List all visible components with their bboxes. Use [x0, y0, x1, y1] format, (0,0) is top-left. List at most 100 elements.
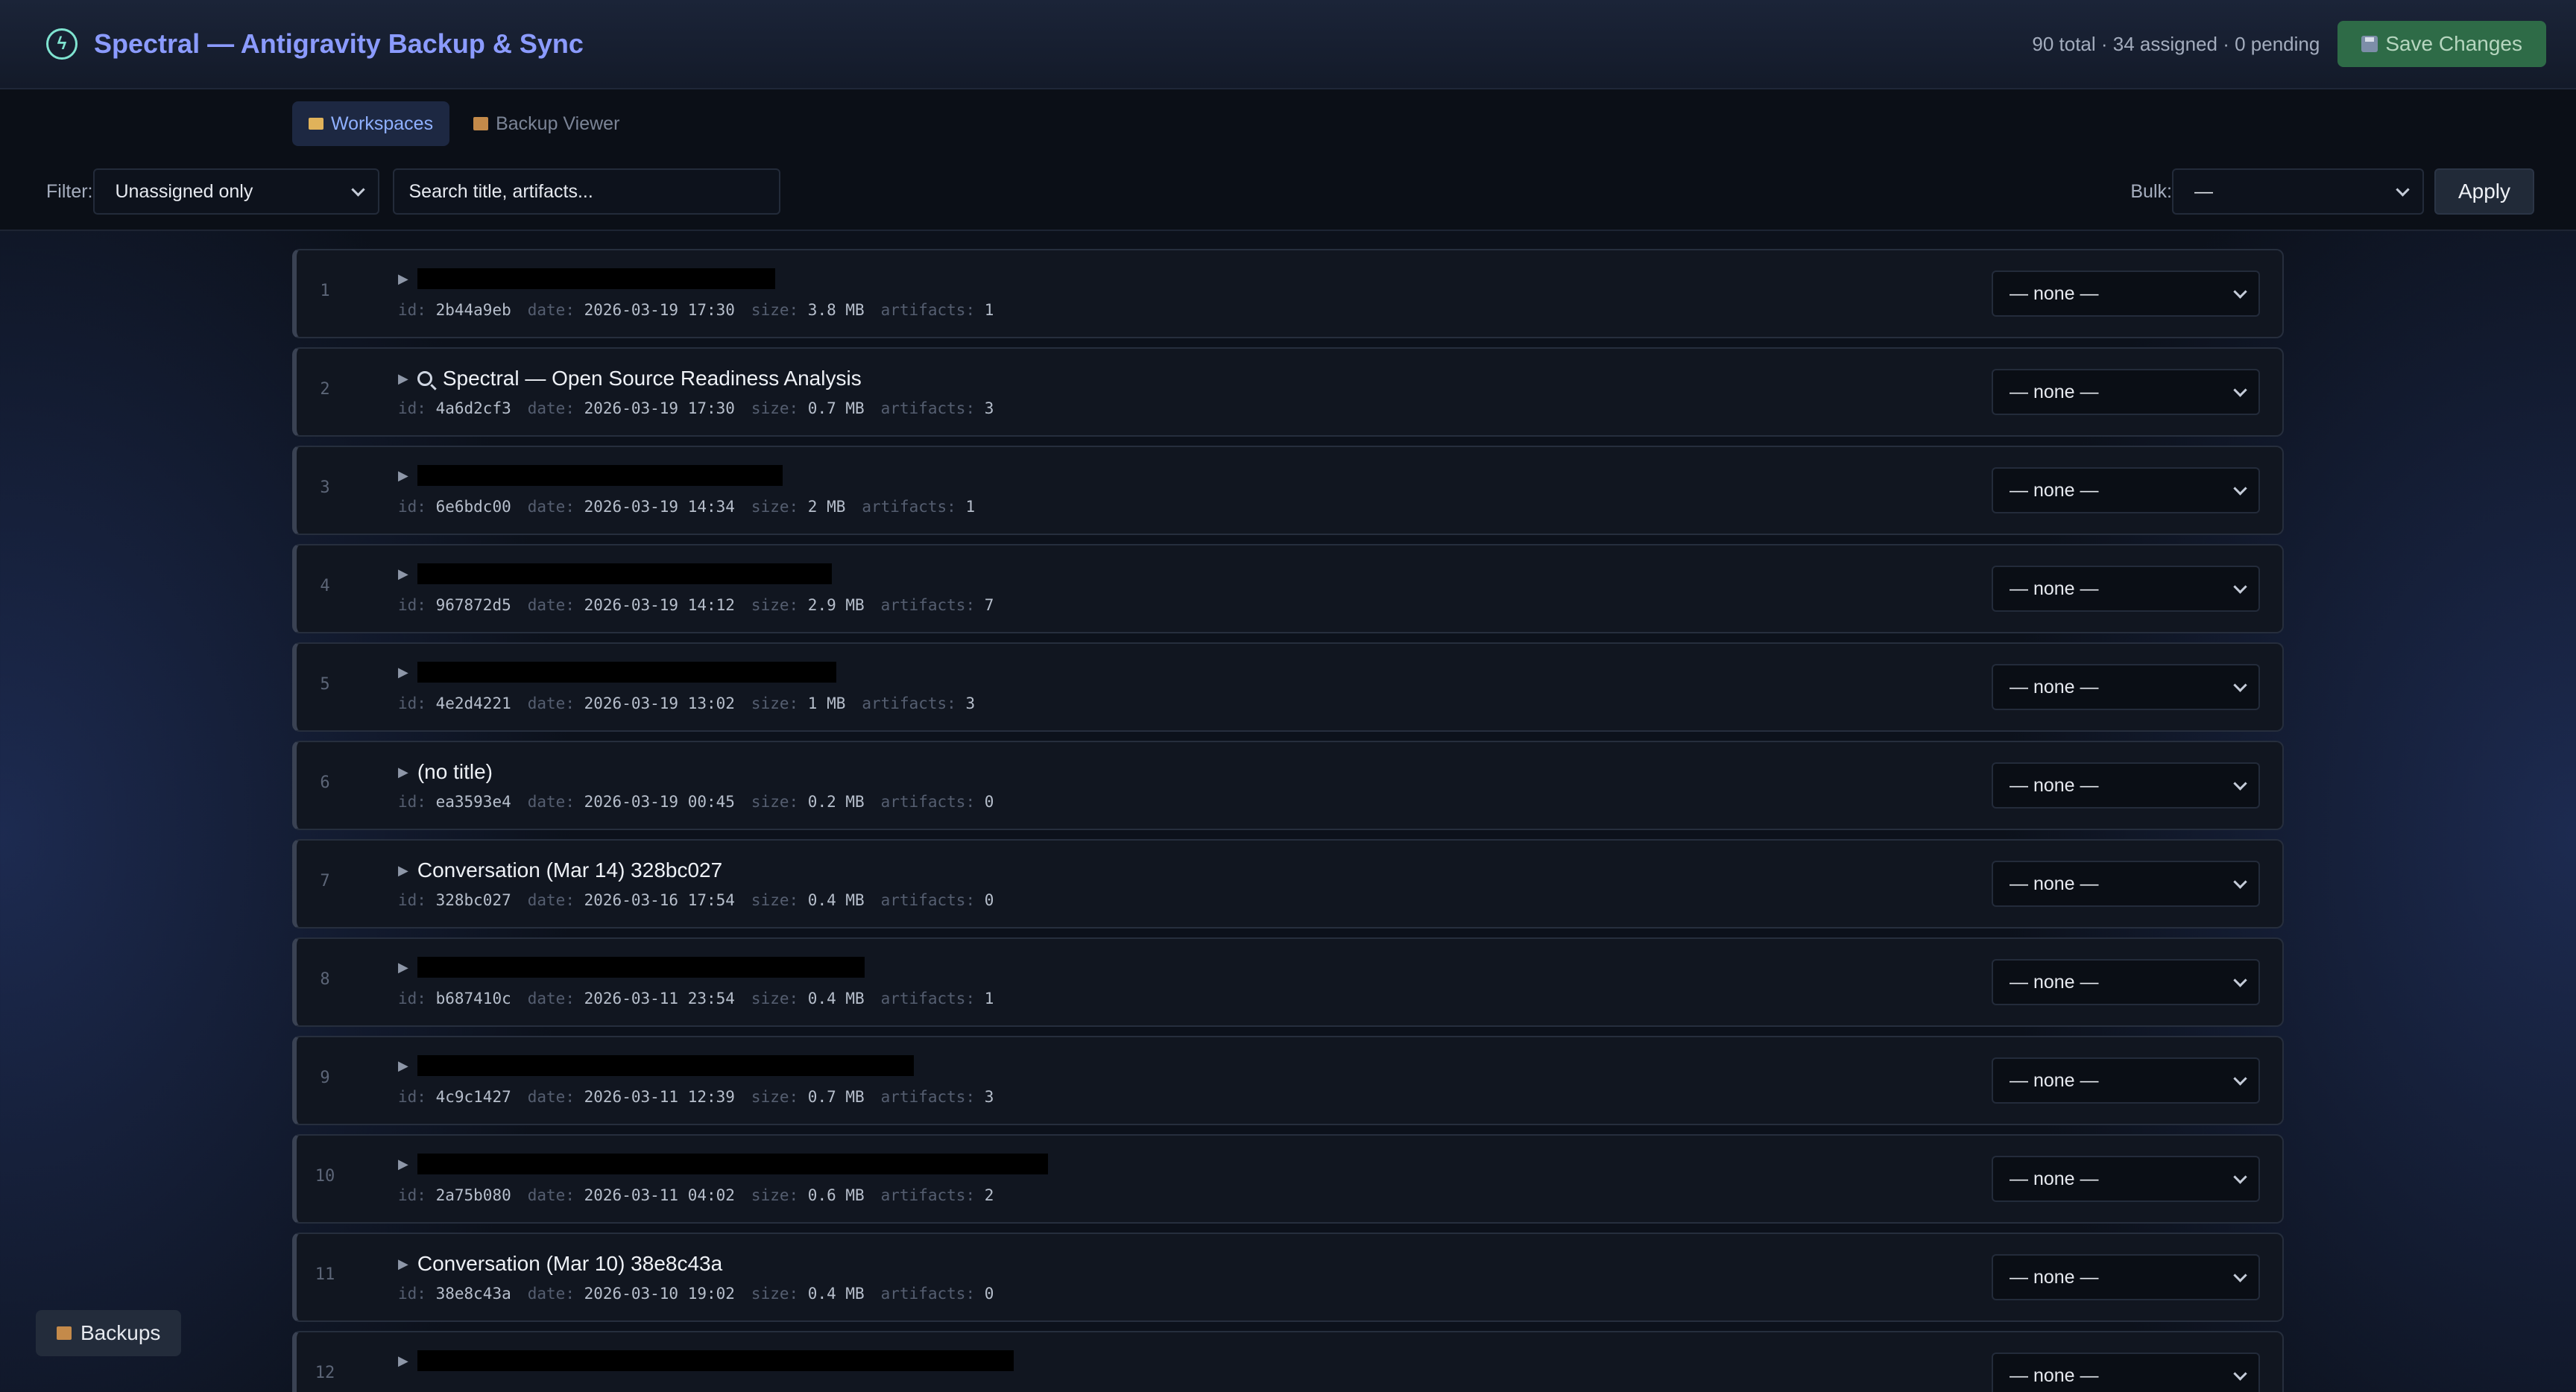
chevron-down-icon	[2396, 182, 2410, 197]
list-item[interactable]: 10 ▶ id: 2a75b080 date: 2026-03-11 04:02 s…	[292, 1134, 2284, 1224]
row-title[interactable]: ▶	[398, 662, 836, 683]
assign-select[interactable]: — none —	[1992, 664, 2260, 710]
header-right: 90 total · 34 assigned · 0 pending Save …	[2032, 21, 2546, 67]
assign-select[interactable]: — none —	[1992, 271, 2260, 317]
row-title[interactable]: ▶	[398, 1055, 914, 1076]
app-header: ϟ Spectral — Antigravity Backup & Sync 9…	[0, 0, 2576, 89]
chevron-down-icon	[350, 182, 365, 197]
save-changes-button[interactable]: Save Changes	[2337, 21, 2546, 67]
row-index: 12	[315, 1364, 335, 1382]
redacted-title	[417, 563, 832, 584]
expand-triangle-icon[interactable]: ▶	[398, 1157, 408, 1172]
row-title[interactable]: ▶ Spectral — Open Source Readiness Analy…	[398, 367, 862, 390]
filter-select[interactable]: Unassigned only	[92, 168, 379, 215]
row-title[interactable]: ▶	[398, 465, 783, 486]
chevron-down-icon	[2233, 579, 2247, 594]
search-input[interactable]: Search title, artifacts...	[392, 168, 780, 215]
redacted-title	[417, 1055, 914, 1076]
filter-row: Filter: Unassigned only Search title, ar…	[46, 168, 2534, 215]
backups-label: Backups	[80, 1321, 161, 1344]
expand-triangle-icon[interactable]: ▶	[398, 665, 408, 680]
expand-triangle-icon[interactable]: ▶	[398, 566, 408, 582]
row-index: 1	[320, 282, 330, 300]
expand-triangle-icon[interactable]: ▶	[398, 271, 408, 287]
row-meta: id: 6e6bdc00 date: 2026-03-19 14:34 size: …	[398, 498, 976, 516]
bulk-select[interactable]: —	[2171, 168, 2424, 215]
list-item[interactable]: 9 ▶ id: 4c9c1427 date: 2026-03-11 12:39 si…	[292, 1036, 2284, 1125]
list-item[interactable]: 11 ▶ Conversation (Mar 10) 38e8c43a id: …	[292, 1233, 2284, 1322]
expand-triangle-icon[interactable]: ▶	[398, 1058, 408, 1074]
assign-select[interactable]: — none —	[1992, 369, 2260, 415]
row-index: 11	[315, 1265, 335, 1284]
row-meta: id: 2a75b080 date: 2026-03-11 04:02 size: …	[398, 1186, 994, 1204]
chevron-down-icon	[2233, 677, 2247, 692]
row-title[interactable]: ▶ Conversation (Mar 10) 38e8c43a	[398, 1252, 722, 1276]
expand-triangle-icon[interactable]: ▶	[398, 1256, 408, 1272]
chevron-down-icon	[2233, 874, 2247, 889]
assign-select[interactable]: — none —	[1992, 1057, 2260, 1104]
expand-triangle-icon[interactable]: ▶	[398, 863, 408, 879]
list-item[interactable]: 8 ▶ id: b687410c date: 2026-03-11 23:54 si…	[292, 937, 2284, 1027]
row-title[interactable]: ▶	[398, 563, 832, 584]
row-title[interactable]: ▶	[398, 957, 865, 978]
expand-triangle-icon[interactable]: ▶	[398, 960, 408, 975]
list-item[interactable]: 2 ▶ Spectral — Open Source Readiness Ana…	[292, 347, 2284, 437]
floppy-disk-icon	[2361, 36, 2378, 52]
row-meta: id: 4c9c1427 date: 2026-03-11 12:39 size: …	[398, 1088, 994, 1106]
row-meta: id: b687410c date: 2026-03-11 23:54 size: …	[398, 990, 994, 1007]
chevron-down-icon	[2233, 1268, 2247, 1282]
row-title[interactable]: ▶	[398, 1154, 1048, 1174]
row-index: 4	[320, 577, 330, 595]
chevron-down-icon	[2233, 481, 2247, 496]
assign-select[interactable]: — none —	[1992, 1156, 2260, 1202]
assign-select[interactable]: — none —	[1992, 762, 2260, 809]
expand-triangle-icon[interactable]: ▶	[398, 765, 408, 780]
list-item[interactable]: 6 ▶ (no title) id: ea3593e4 date: 2026-03…	[292, 741, 2284, 830]
row-title[interactable]: ▶ Conversation (Mar 14) 328bc027	[398, 858, 722, 882]
assign-select[interactable]: — none —	[1992, 861, 2260, 907]
tab-backup-viewer[interactable]: Backup Viewer	[457, 101, 636, 146]
search-placeholder: Search title, artifacts...	[408, 180, 593, 202]
row-index: 10	[315, 1167, 335, 1186]
brand: ϟ Spectral — Antigravity Backup & Sync	[46, 28, 584, 60]
tab-workspaces[interactable]: Workspaces	[292, 101, 450, 146]
list-item[interactable]: 3 ▶ id: 6e6bdc00 date: 2026-03-19 14:34 si…	[292, 446, 2284, 535]
redacted-title	[417, 465, 783, 486]
list-item[interactable]: 4 ▶ id: 967872d5 date: 2026-03-19 14:12 si…	[292, 544, 2284, 633]
row-title[interactable]: ▶	[398, 268, 775, 289]
list-item[interactable]: 12 ▶ — none —	[292, 1331, 2284, 1392]
save-changes-label: Save Changes	[2385, 32, 2522, 55]
assign-select[interactable]: — none —	[1992, 959, 2260, 1005]
workspace-list: 1 ▶ id: 2b44a9eb date: 2026-03-19 17:30 si…	[292, 249, 2284, 1392]
assign-select[interactable]: — none —	[1992, 566, 2260, 612]
expand-triangle-icon[interactable]: ▶	[398, 371, 408, 387]
row-title[interactable]: ▶ (no title)	[398, 760, 493, 784]
assign-select[interactable]: — none —	[1992, 1353, 2260, 1392]
tab-workspaces-label: Workspaces	[331, 113, 434, 134]
assign-select[interactable]: — none —	[1992, 467, 2260, 513]
chevron-down-icon	[2233, 776, 2247, 791]
row-meta: id: 2b44a9eb date: 2026-03-19 17:30 size: …	[398, 301, 994, 319]
row-title[interactable]: ▶	[398, 1350, 1014, 1371]
list-item[interactable]: 5 ▶ id: 4e2d4221 date: 2026-03-19 13:02 si…	[292, 642, 2284, 732]
assign-select[interactable]: — none —	[1992, 1254, 2260, 1300]
list-item[interactable]: 7 ▶ Conversation (Mar 14) 328bc027 id: 3…	[292, 839, 2284, 928]
expand-triangle-icon[interactable]: ▶	[398, 468, 408, 484]
apply-button[interactable]: Apply	[2434, 168, 2534, 215]
chevron-down-icon	[2233, 284, 2247, 299]
row-index: 7	[320, 872, 330, 890]
chevron-down-icon	[2233, 382, 2247, 397]
expand-triangle-icon[interactable]: ▶	[398, 1353, 408, 1369]
redacted-title	[417, 662, 836, 683]
stats-summary: 90 total · 34 assigned · 0 pending	[2032, 32, 2320, 55]
redacted-title	[417, 1154, 1048, 1174]
redacted-title	[417, 1350, 1014, 1371]
bulk-label: Bulk:	[2130, 180, 2172, 202]
backups-button[interactable]: Backups	[36, 1310, 182, 1356]
row-index: 8	[320, 970, 330, 989]
list-item[interactable]: 1 ▶ id: 2b44a9eb date: 2026-03-19 17:30 si…	[292, 249, 2284, 338]
row-meta: id: ea3593e4 date: 2026-03-19 00:45 size: …	[398, 793, 994, 811]
tab-bar: Workspaces Backup Viewer	[292, 101, 636, 146]
redacted-title	[417, 957, 865, 978]
row-index: 2	[320, 380, 330, 399]
